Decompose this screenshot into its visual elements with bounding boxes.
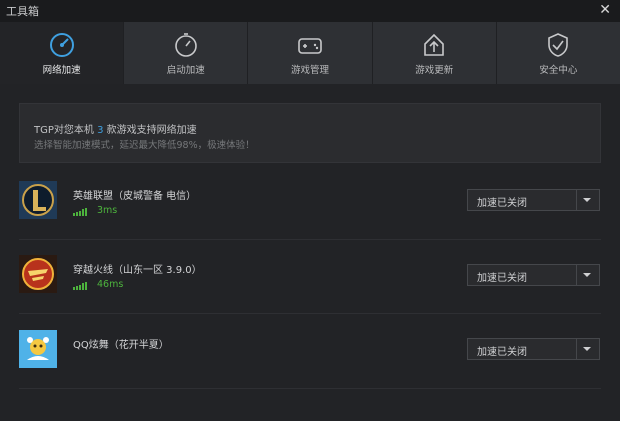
tab-game-update[interactable]: 游戏更新 [373,22,497,84]
info-suffix: 款游戏支持网络加速 [103,125,197,136]
ping-value: 46ms [97,279,124,290]
chevron-down-icon[interactable] [583,273,591,277]
lol-logo-icon [19,181,57,219]
info-prefix: TGP对您本机 [34,125,98,136]
acceleration-mode-select[interactable]: 加速已关闭 [467,338,600,360]
tab-label: 游戏管理 [291,65,330,76]
game-row: 穿越火线（山东一区 3.9.0） 46ms 加速已关闭 [19,255,601,314]
tab-label: 安全中心 [539,65,578,76]
tab-label: 游戏更新 [415,65,454,76]
shield-check-icon [548,33,569,57]
chevron-down-icon[interactable] [583,198,591,202]
acceleration-mode-select[interactable]: 加速已关闭 [467,189,600,211]
tab-label: 启动加速 [166,65,205,76]
acceleration-mode-select[interactable]: 加速已关闭 [467,264,600,286]
game-name: 英雄联盟（皮城警备 电信） [73,191,197,202]
info-headline: TGP对您本机 3 款游戏支持网络加速 [34,121,197,136]
window-title: 工具箱 [6,5,39,18]
signal-bars-icon [73,207,89,216]
game-name: 穿越火线（山东一区 3.9.0） [73,265,202,276]
select-value: 加速已关闭 [477,347,527,358]
tab-network-acceleration[interactable]: 网络加速 [0,22,125,84]
game-name: QQ炫舞（花开半夏） [73,340,169,351]
tab-label: 网络加速 [42,65,81,76]
tab-startup-acceleration[interactable]: 启动加速 [124,22,249,84]
upload-update-icon [424,33,445,56]
tab-bar: 网络加速 启动加速 游戏管理 游戏更新 安全中心 [0,22,620,84]
tab-security-center[interactable]: 安全中心 [497,22,620,84]
stopwatch-icon [174,33,197,57]
close-icon[interactable]: ✕ [599,1,611,19]
ping-value: 3ms [97,205,118,216]
qq-dance-logo-icon [19,330,57,368]
select-value: 加速已关闭 [477,273,527,284]
game-row: QQ炫舞（花开半夏） 加速已关闭 [19,330,601,389]
signal-bars-icon [73,281,89,290]
chevron-down-icon[interactable] [583,347,591,351]
info-panel: TGP对您本机 3 款游戏支持网络加速 选择智能加速模式，延迟最大降低98%，极… [19,103,601,163]
cf-logo-icon [19,255,57,293]
gamepad-icon [298,38,322,54]
info-subtitle: 选择智能加速模式，延迟最大降低98%，极速体验！ [34,140,255,151]
speedometer-icon [49,33,74,57]
game-row: 英雄联盟（皮城警备 电信） 3ms 加速已关闭 [19,181,601,240]
select-value: 加速已关闭 [477,198,527,209]
tab-game-management[interactable]: 游戏管理 [248,22,373,84]
toolbox-window: 工具箱 ✕ 网络加速 启动加速 游戏管理 游戏更新 安全中心 TGP对您本机 3… [0,0,620,421]
title-bar: 工具箱 ✕ [0,0,620,22]
